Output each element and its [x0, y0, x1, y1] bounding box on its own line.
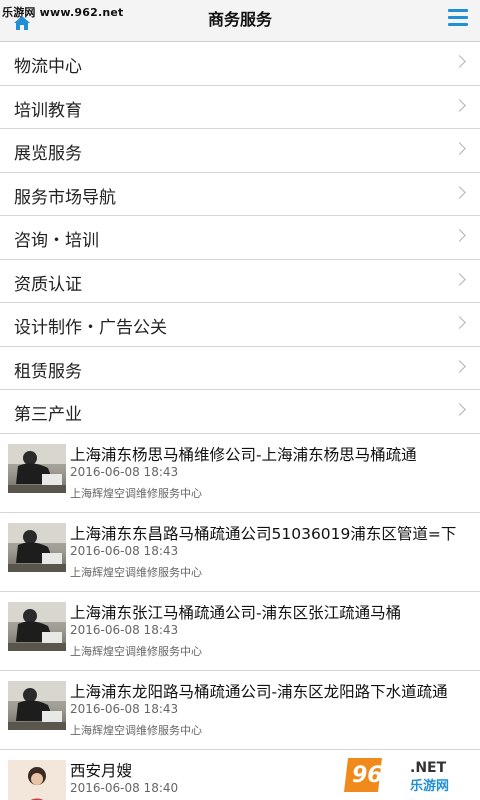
- hamburger-menu-icon[interactable]: [448, 9, 468, 27]
- category-label: 咨询・培训: [14, 231, 99, 251]
- chevron-right-icon: [453, 229, 466, 242]
- top-bar: 乐游网 www.962.net 商务服务: [0, 0, 480, 42]
- news-title: 上海浦东龙阳路马桶疏通公司-浦东区龙阳路下水道疏通: [70, 683, 448, 701]
- news-thumbnail: [8, 760, 66, 800]
- chevron-right-icon: [453, 185, 466, 199]
- news-item[interactable]: 上海浦东龙阳路马桶疏通公司-浦东区龙阳路下水道疏通 2016-06-08 18:…: [0, 671, 480, 750]
- news-item[interactable]: 上海浦东张江马桶疏通公司-浦东区张江疏通马桶 2016-06-08 18:43 …: [0, 592, 480, 671]
- news-item[interactable]: 上海浦东杨思马桶维修公司-上海浦东杨思马桶疏通 2016-06-08 18:43…: [0, 434, 480, 513]
- news-title: 上海浦东东昌路马桶疏通公司51036019浦东区管道=下: [70, 525, 457, 543]
- category-item-exhibition[interactable]: 展览服务: [0, 129, 480, 173]
- category-list: 物流中心 培训教育 展览服务 服务市场导航 咨询・培训 资质认证 设计制作・广告…: [0, 42, 480, 434]
- news-thumbnail: [8, 444, 66, 493]
- news-date: 2016-06-08 18:43: [70, 623, 179, 637]
- news-thumbnail: [8, 602, 66, 651]
- news-source: 上海辉煌空调维修服务中心: [70, 724, 202, 737]
- news-source: 上海辉煌空调维修服务中心: [70, 645, 202, 658]
- svg-text:962: 962: [352, 763, 398, 788]
- chevron-right-icon: [453, 55, 466, 68]
- category-label: 培训教育: [14, 100, 82, 121]
- category-label: 展览服务: [14, 144, 82, 164]
- chevron-right-icon: [453, 98, 466, 112]
- category-item-training-education[interactable]: 培训教育: [0, 85, 480, 129]
- chevron-right-icon: [453, 359, 466, 373]
- category-item-certification[interactable]: 资质认证: [0, 259, 480, 303]
- svg-text:乐游网: 乐游网: [410, 778, 449, 794]
- page-title: 商务服务: [207, 10, 272, 29]
- news-title: 上海浦东杨思马桶维修公司-上海浦东杨思马桶疏通: [70, 446, 417, 464]
- news-date: 2016-06-08 18:43: [70, 702, 179, 716]
- category-item-tertiary[interactable]: 第三产业: [0, 390, 480, 434]
- chevron-right-icon: [453, 272, 466, 286]
- news-date: 2016-06-08 18:43: [70, 465, 179, 479]
- news-source: 上海辉煌空调维修服务中心: [70, 487, 202, 500]
- chevron-right-icon: [453, 316, 466, 329]
- news-item[interactable]: 上海浦东东昌路马桶疏通公司51036019浦东区管道=下 2016-06-08 …: [0, 513, 480, 592]
- news-thumbnail: [8, 523, 66, 572]
- news-thumbnail: [8, 681, 66, 730]
- category-label: 租赁服务: [14, 361, 82, 382]
- category-label: 服务市场导航: [14, 187, 116, 208]
- news-list: 上海浦东杨思马桶维修公司-上海浦东杨思马桶疏通 2016-06-08 18:43…: [0, 434, 480, 800]
- category-item-market-nav[interactable]: 服务市场导航: [0, 172, 480, 216]
- news-source: 上海辉煌空调维修服务中心: [70, 566, 202, 579]
- category-label: 物流中心: [14, 57, 82, 77]
- category-label: 设计制作・广告公关: [14, 318, 167, 338]
- category-item-logistics[interactable]: 物流中心: [0, 42, 480, 86]
- svg-text:.NET: .NET: [410, 760, 447, 776]
- category-label: 第三产业: [14, 405, 82, 425]
- chevron-right-icon: [453, 142, 466, 155]
- category-item-leasing[interactable]: 租赁服务: [0, 346, 480, 390]
- news-date: 2016-06-08 18:43: [70, 544, 179, 558]
- news-title: 上海浦东张江马桶疏通公司-浦东区张江疏通马桶: [70, 604, 402, 622]
- chevron-right-icon: [453, 403, 466, 416]
- category-label: 资质认证: [14, 274, 82, 295]
- category-item-design-ads[interactable]: 设计制作・广告公关: [0, 303, 480, 347]
- news-date: 2016-06-08 18:40: [70, 781, 179, 795]
- category-item-consulting[interactable]: 咨询・培训: [0, 216, 480, 260]
- watermark-logo: 962 .NET 乐游网: [344, 754, 468, 794]
